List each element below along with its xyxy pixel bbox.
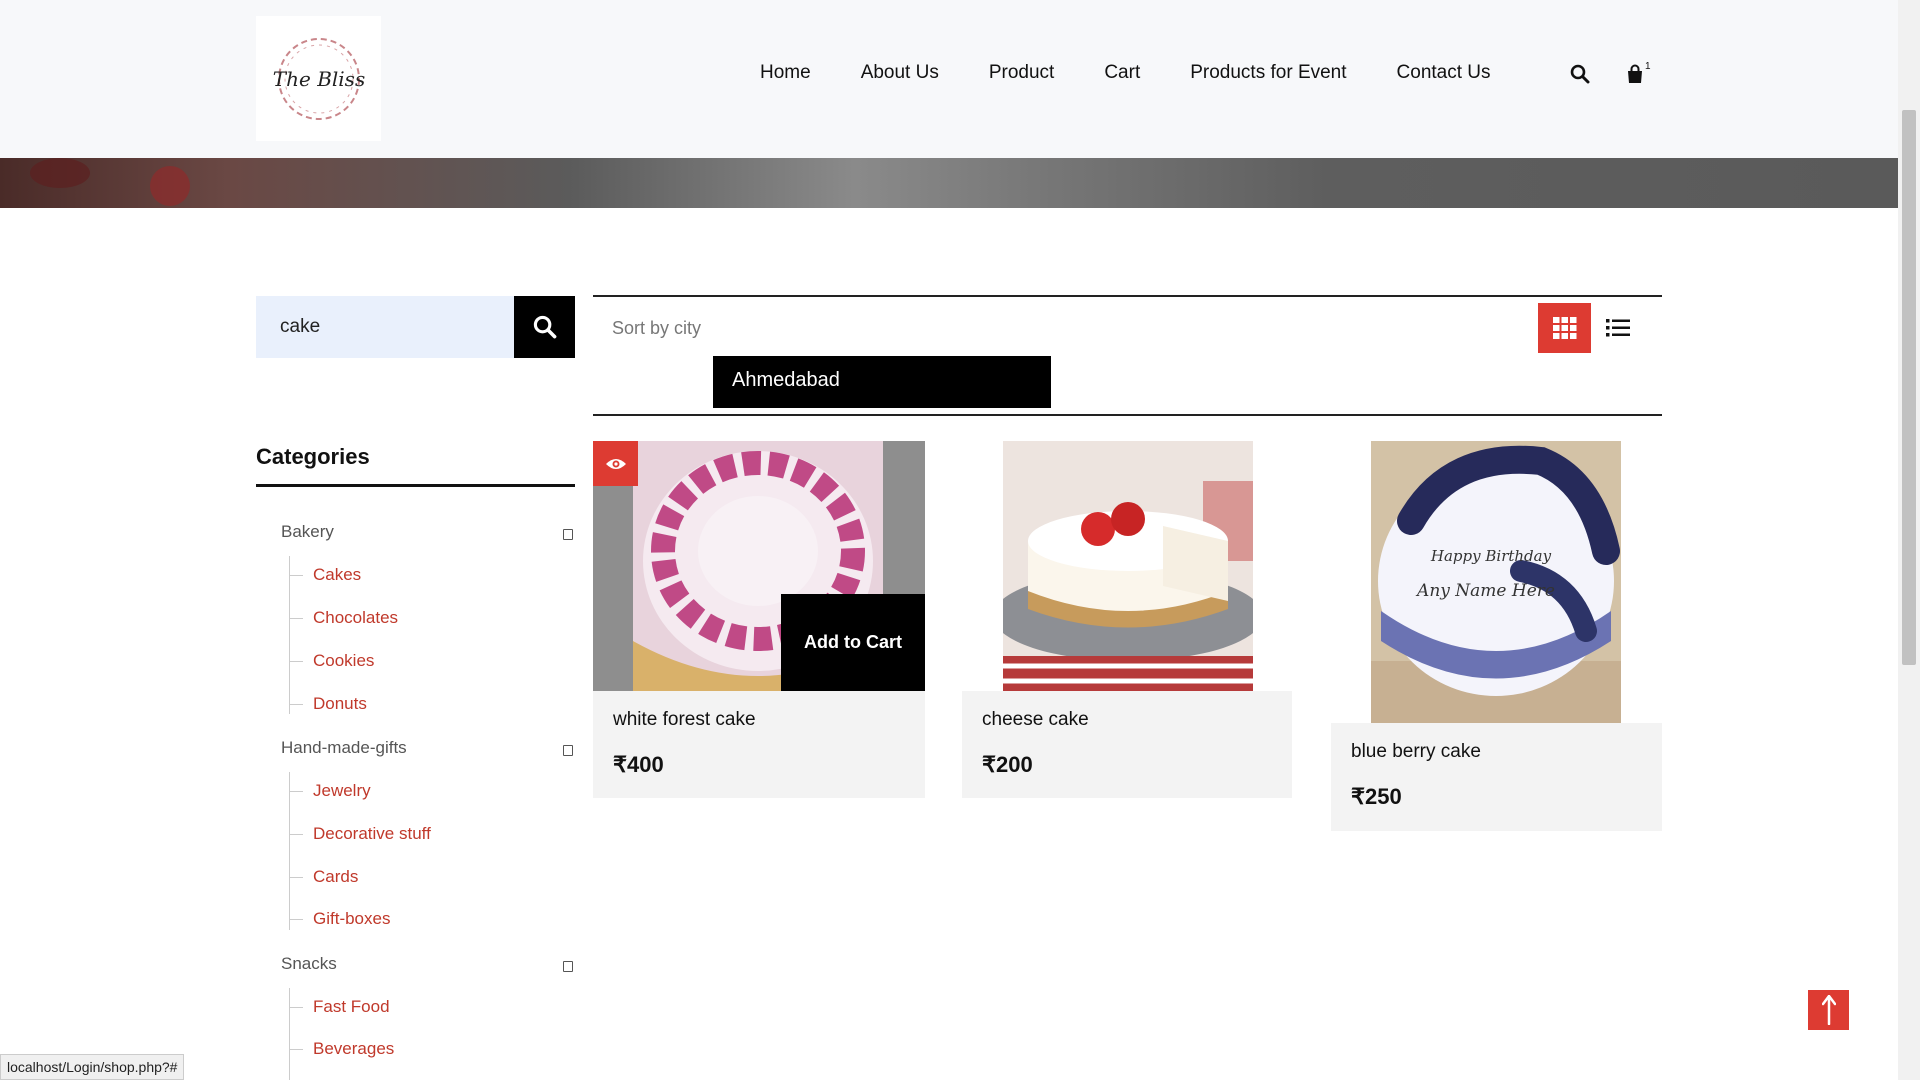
category-chocolates[interactable]: Chocolates xyxy=(288,608,398,628)
categories-divider xyxy=(256,484,575,487)
product-name[interactable]: white forest cake xyxy=(613,709,756,731)
site-header: The Bliss Home About Us Product Cart Pro… xyxy=(0,0,1898,158)
collapse-toggle-icon[interactable] xyxy=(563,529,573,540)
collapse-toggle-icon[interactable] xyxy=(563,961,573,972)
shopping-bag-icon[interactable] xyxy=(1623,62,1647,86)
product-card[interactable]: Add to Cart white forest cake ₹400 xyxy=(593,441,925,798)
list-view-button[interactable] xyxy=(1603,303,1633,353)
search-input[interactable] xyxy=(256,296,514,358)
product-card[interactable]: cheese cake ₹200 xyxy=(962,441,1292,798)
arrow-up-icon xyxy=(1821,995,1836,1025)
product-name[interactable]: blue berry cake xyxy=(1351,741,1481,763)
product-image[interactable] xyxy=(993,441,1263,691)
logo[interactable]: The Bliss xyxy=(256,16,381,141)
main-nav: Home About Us Product Cart Products for … xyxy=(760,62,1541,84)
cake-inscription: Any Name Here xyxy=(1415,581,1555,601)
banner-decor xyxy=(30,158,90,188)
category-jewelry[interactable]: Jewelry xyxy=(289,781,371,801)
status-bar-url: localhost/Login/shop.php?# xyxy=(0,1054,185,1080)
nav-product[interactable]: Product xyxy=(989,62,1054,84)
toolbar-divider xyxy=(593,414,1662,416)
banner-decor xyxy=(150,166,190,206)
product-info: cheese cake ₹200 xyxy=(962,691,1292,798)
nav-home[interactable]: Home xyxy=(760,62,811,84)
quick-view-button[interactable] xyxy=(593,441,638,486)
grid-icon xyxy=(1552,317,1576,339)
category-cards[interactable]: Cards xyxy=(288,867,358,887)
category-cookies[interactable]: Cookies xyxy=(288,651,374,671)
product-info: white forest cake ₹400 xyxy=(593,691,925,798)
categories-heading: Categories xyxy=(256,444,370,469)
city-select[interactable]: Ahmedabad xyxy=(713,356,1051,408)
product-price: ₹200 xyxy=(982,752,1033,777)
search-icon xyxy=(533,315,556,339)
logo-text: The Bliss xyxy=(272,67,364,91)
cake-inscription: Happy Birthday xyxy=(1430,547,1552,565)
search-icon[interactable] xyxy=(1568,62,1592,86)
scrollbar-thumb[interactable] xyxy=(1902,110,1916,665)
category-gift-boxes[interactable]: Gift-boxes xyxy=(288,909,390,929)
category-snacks[interactable]: Snacks xyxy=(281,954,337,974)
back-to-top-button[interactable] xyxy=(1808,990,1849,1030)
tree-line xyxy=(289,556,290,714)
category-hand-made-gifts[interactable]: Hand-made-gifts xyxy=(281,738,407,758)
tree-line xyxy=(289,988,290,1080)
category-beverages[interactable]: Beverages xyxy=(288,1039,394,1059)
product-name[interactable]: cheese cake xyxy=(982,709,1089,731)
category-bakery[interactable]: Bakery xyxy=(281,522,334,542)
nav-contact-us[interactable]: Contact Us xyxy=(1397,62,1491,84)
category-decorative-stuff[interactable]: Decorative stuff xyxy=(289,824,431,844)
nav-cart[interactable]: Cart xyxy=(1104,62,1140,84)
page-banner xyxy=(0,158,1898,208)
product-info: blue berry cake ₹250 xyxy=(1331,723,1662,831)
cart-count-badge: 1 xyxy=(1645,61,1651,72)
toolbar-divider xyxy=(593,295,1662,297)
tree-line xyxy=(289,772,290,930)
category-cakes[interactable]: Cakes xyxy=(288,565,361,585)
collapse-toggle-icon[interactable] xyxy=(563,745,573,756)
logo-wreath-icon: The Bliss xyxy=(272,37,365,120)
add-to-cart-button[interactable]: Add to Cart xyxy=(781,594,925,691)
search-button[interactable] xyxy=(514,296,575,358)
list-icon xyxy=(1606,319,1630,337)
grid-view-button[interactable] xyxy=(1538,303,1591,353)
product-price: ₹400 xyxy=(613,752,664,777)
product-image[interactable]: Happy Birthday Any Name Here xyxy=(1371,441,1621,723)
product-price: ₹250 xyxy=(1351,784,1402,809)
eye-icon xyxy=(605,458,626,469)
category-donuts[interactable]: Donuts xyxy=(289,694,367,714)
nav-products-for-event[interactable]: Products for Event xyxy=(1190,62,1346,84)
nav-about-us[interactable]: About Us xyxy=(861,62,939,84)
sort-label: Sort by city xyxy=(612,318,702,338)
category-fast-food[interactable]: Fast Food xyxy=(289,997,390,1017)
product-card[interactable]: Happy Birthday Any Name Here blue berry … xyxy=(1331,441,1662,831)
